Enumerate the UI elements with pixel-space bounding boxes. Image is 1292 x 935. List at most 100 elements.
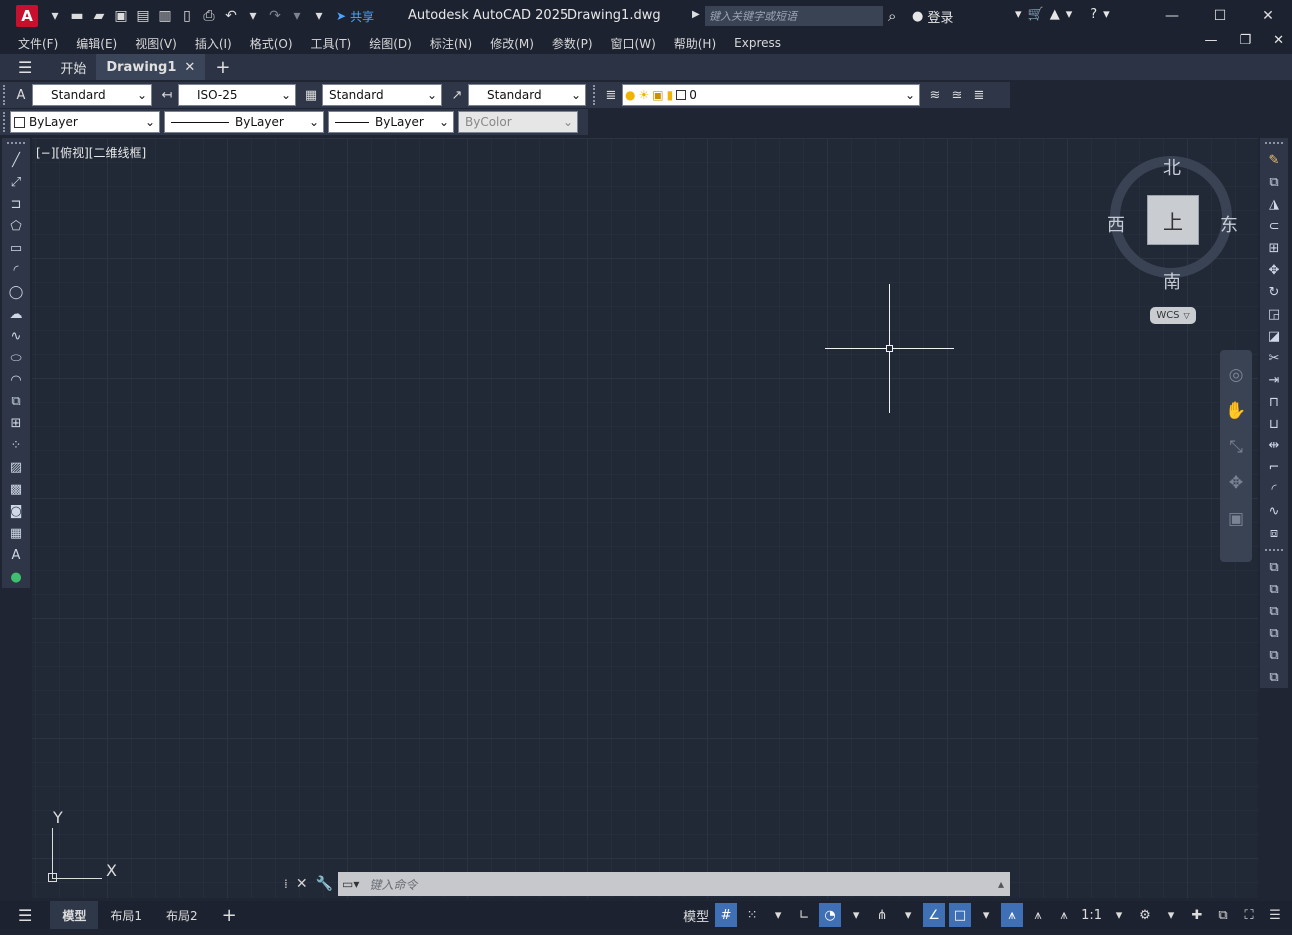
compass-west[interactable]: 西 [1107,211,1125,237]
add-layout-plus-icon[interactable]: + [210,901,249,929]
minimize-icon[interactable]: — [1148,0,1196,32]
login-dropdown-icon[interactable]: ▾ [1015,7,1022,22]
menu-modify[interactable]: 修改(M) [490,35,534,52]
tab-start[interactable]: 开始 [50,54,96,80]
revision-cloud-icon[interactable]: ☁ [5,303,27,325]
ortho-icon[interactable]: ∟ [793,903,815,927]
polar-tracking-icon[interactable]: ◔ [819,903,842,927]
linetype-dropdown[interactable]: ByLayer ⌄ [164,111,324,133]
save-icon[interactable]: ▣ [110,5,132,27]
menu-format[interactable]: 格式(O) [250,35,293,52]
join-icon[interactable]: ⇹ [1263,435,1285,457]
pan-hand-icon[interactable]: ✋ [1225,400,1247,422]
ellipse-icon[interactable]: ⬭ [5,347,27,369]
viewcube-top-face[interactable]: 上 [1147,195,1199,245]
ellipse-arc-icon[interactable]: ◠ [5,369,27,391]
help-icon[interactable]: ? [1090,7,1097,22]
text-to-front-icon[interactable]: ⧉ [1263,644,1285,666]
tab-drawing1[interactable]: Drawing1 ✕ [96,54,206,80]
draworder-front-icon[interactable]: ⧉ [1263,557,1285,579]
command-history-icon[interactable]: ▭▾ [342,877,359,891]
polygon-icon[interactable]: ⬠ [5,216,27,238]
customize-qa-icon[interactable]: ▾ [308,5,330,27]
scale-icon[interactable]: ◲ [1263,303,1285,325]
break-at-point-icon[interactable]: ⊓ [1263,391,1285,413]
snap-icon[interactable]: ⁙ [741,903,763,927]
menu-draw[interactable]: 绘图(D) [369,35,412,52]
add-selected-icon[interactable]: ● [5,566,27,588]
layer-dropdown[interactable]: ● ☀ ▣ ▮ 0 ⌄ [622,84,920,106]
layer-properties-icon[interactable]: ≣ [600,84,622,106]
plus-icon[interactable]: ✚ [1186,903,1208,927]
menu-file[interactable]: 文件(F) [18,35,58,52]
search-input[interactable]: 键入关键字或短语 [705,6,883,26]
fullscreen-icon[interactable]: ⛶ [1238,903,1260,927]
showmotion-icon[interactable]: ▣ [1225,508,1247,530]
table-style-icon[interactable]: ▦ [300,84,322,106]
steering-wheel-icon[interactable]: ◎ [1225,364,1247,386]
toolbar-grip[interactable] [3,85,7,105]
help-dropdown-icon[interactable]: ▾ [1103,7,1110,22]
doc-minimize-icon[interactable]: — [1204,33,1217,48]
point-icon[interactable]: ⁘ [5,435,27,457]
tab-layout1[interactable]: 布局1 [98,901,154,929]
mleader-style-dropdown[interactable]: Standard ⌄ [468,84,586,106]
app-logo-button[interactable]: A [16,5,38,27]
chevron-right-icon[interactable]: ▶ [692,9,700,20]
mleader-style-icon[interactable]: ↗ [446,84,468,106]
make-current-layer-icon[interactable]: ≋ [924,84,946,106]
construction-line-icon[interactable]: ⤢ [5,172,27,194]
wcs-menu-button[interactable]: WCS ▽ [1150,307,1196,324]
stretch-icon[interactable]: ◪ [1263,325,1285,347]
drawing-canvas[interactable] [32,138,1258,898]
autodesk-dropdown-icon[interactable]: ▾ [1066,7,1073,22]
move-icon[interactable]: ✥ [1263,260,1285,282]
blend-curves-icon[interactable]: ∿ [1263,501,1285,523]
trim-icon[interactable]: ✂ [1263,347,1285,369]
table-style-dropdown[interactable]: Standard ⌄ [322,84,442,106]
rotate-icon[interactable]: ↻ [1263,282,1285,304]
doc-close-icon[interactable]: ✕ [1273,33,1284,48]
isolate-objects-icon[interactable]: ⧉ [1212,903,1234,927]
draworder-back-icon[interactable]: ⧉ [1263,579,1285,601]
hatch-icon[interactable]: ▨ [5,457,27,479]
lightbulb-icon[interactable]: ● [625,88,635,102]
dim-style-icon[interactable]: ↤ [156,84,178,106]
hatch-to-back-icon[interactable]: ⧉ [1263,666,1285,688]
chevron-up-icon[interactable]: ▴ [998,877,1004,891]
mirror-icon[interactable]: ◮ [1263,194,1285,216]
offset-icon[interactable]: ⊂ [1263,216,1285,238]
redo-dropdown-icon[interactable]: ▾ [286,5,308,27]
compass-south[interactable]: 南 [1163,268,1181,294]
rectangle-icon[interactable]: ▭ [5,238,27,260]
polar-dropdown-icon[interactable]: ▾ [845,903,867,927]
zoom-extents-icon[interactable]: ⤡ [1225,436,1247,458]
multiline-text-icon[interactable]: A [5,544,27,566]
text-style-icon[interactable]: A [10,84,32,106]
share-button[interactable]: ➤ 共享 [336,8,374,25]
close-icon[interactable]: ✕ [296,876,308,892]
explode-icon[interactable]: ⧈ [1263,523,1285,545]
menu-help[interactable]: 帮助(H) [674,35,716,52]
redo-icon[interactable]: ↷ [264,5,286,27]
customize-menu-icon[interactable]: ☰ [1264,903,1286,927]
doc-restore-icon[interactable]: ❐ [1239,33,1251,48]
grip-icon[interactable]: ⁞ [284,877,288,891]
toolbar-grip[interactable] [1265,142,1283,146]
menu-edit[interactable]: 编辑(E) [76,35,117,52]
new-file-icon[interactable]: ▬ [66,5,88,27]
orbit-icon[interactable]: ✥ [1225,472,1247,494]
array-icon[interactable]: ⊞ [1263,238,1285,260]
make-block-icon[interactable]: ⊞ [5,413,27,435]
gradient-icon[interactable]: ▩ [5,479,27,501]
region-icon[interactable]: ◙ [5,500,27,522]
object-snap-tracking-icon[interactable]: ∠ [923,903,946,927]
hamburger-menu-icon[interactable]: ☰ [0,54,50,80]
gear-icon[interactable]: ⚙ [1134,903,1156,927]
break-icon[interactable]: ⊔ [1263,413,1285,435]
grid-icon[interactable]: # [715,903,738,927]
draworder-under-icon[interactable]: ⧉ [1263,622,1285,644]
compass-east[interactable]: 东 [1220,211,1238,237]
tab-model[interactable]: 模型 [50,901,99,929]
snap-dropdown-icon[interactable]: ▾ [767,903,789,927]
